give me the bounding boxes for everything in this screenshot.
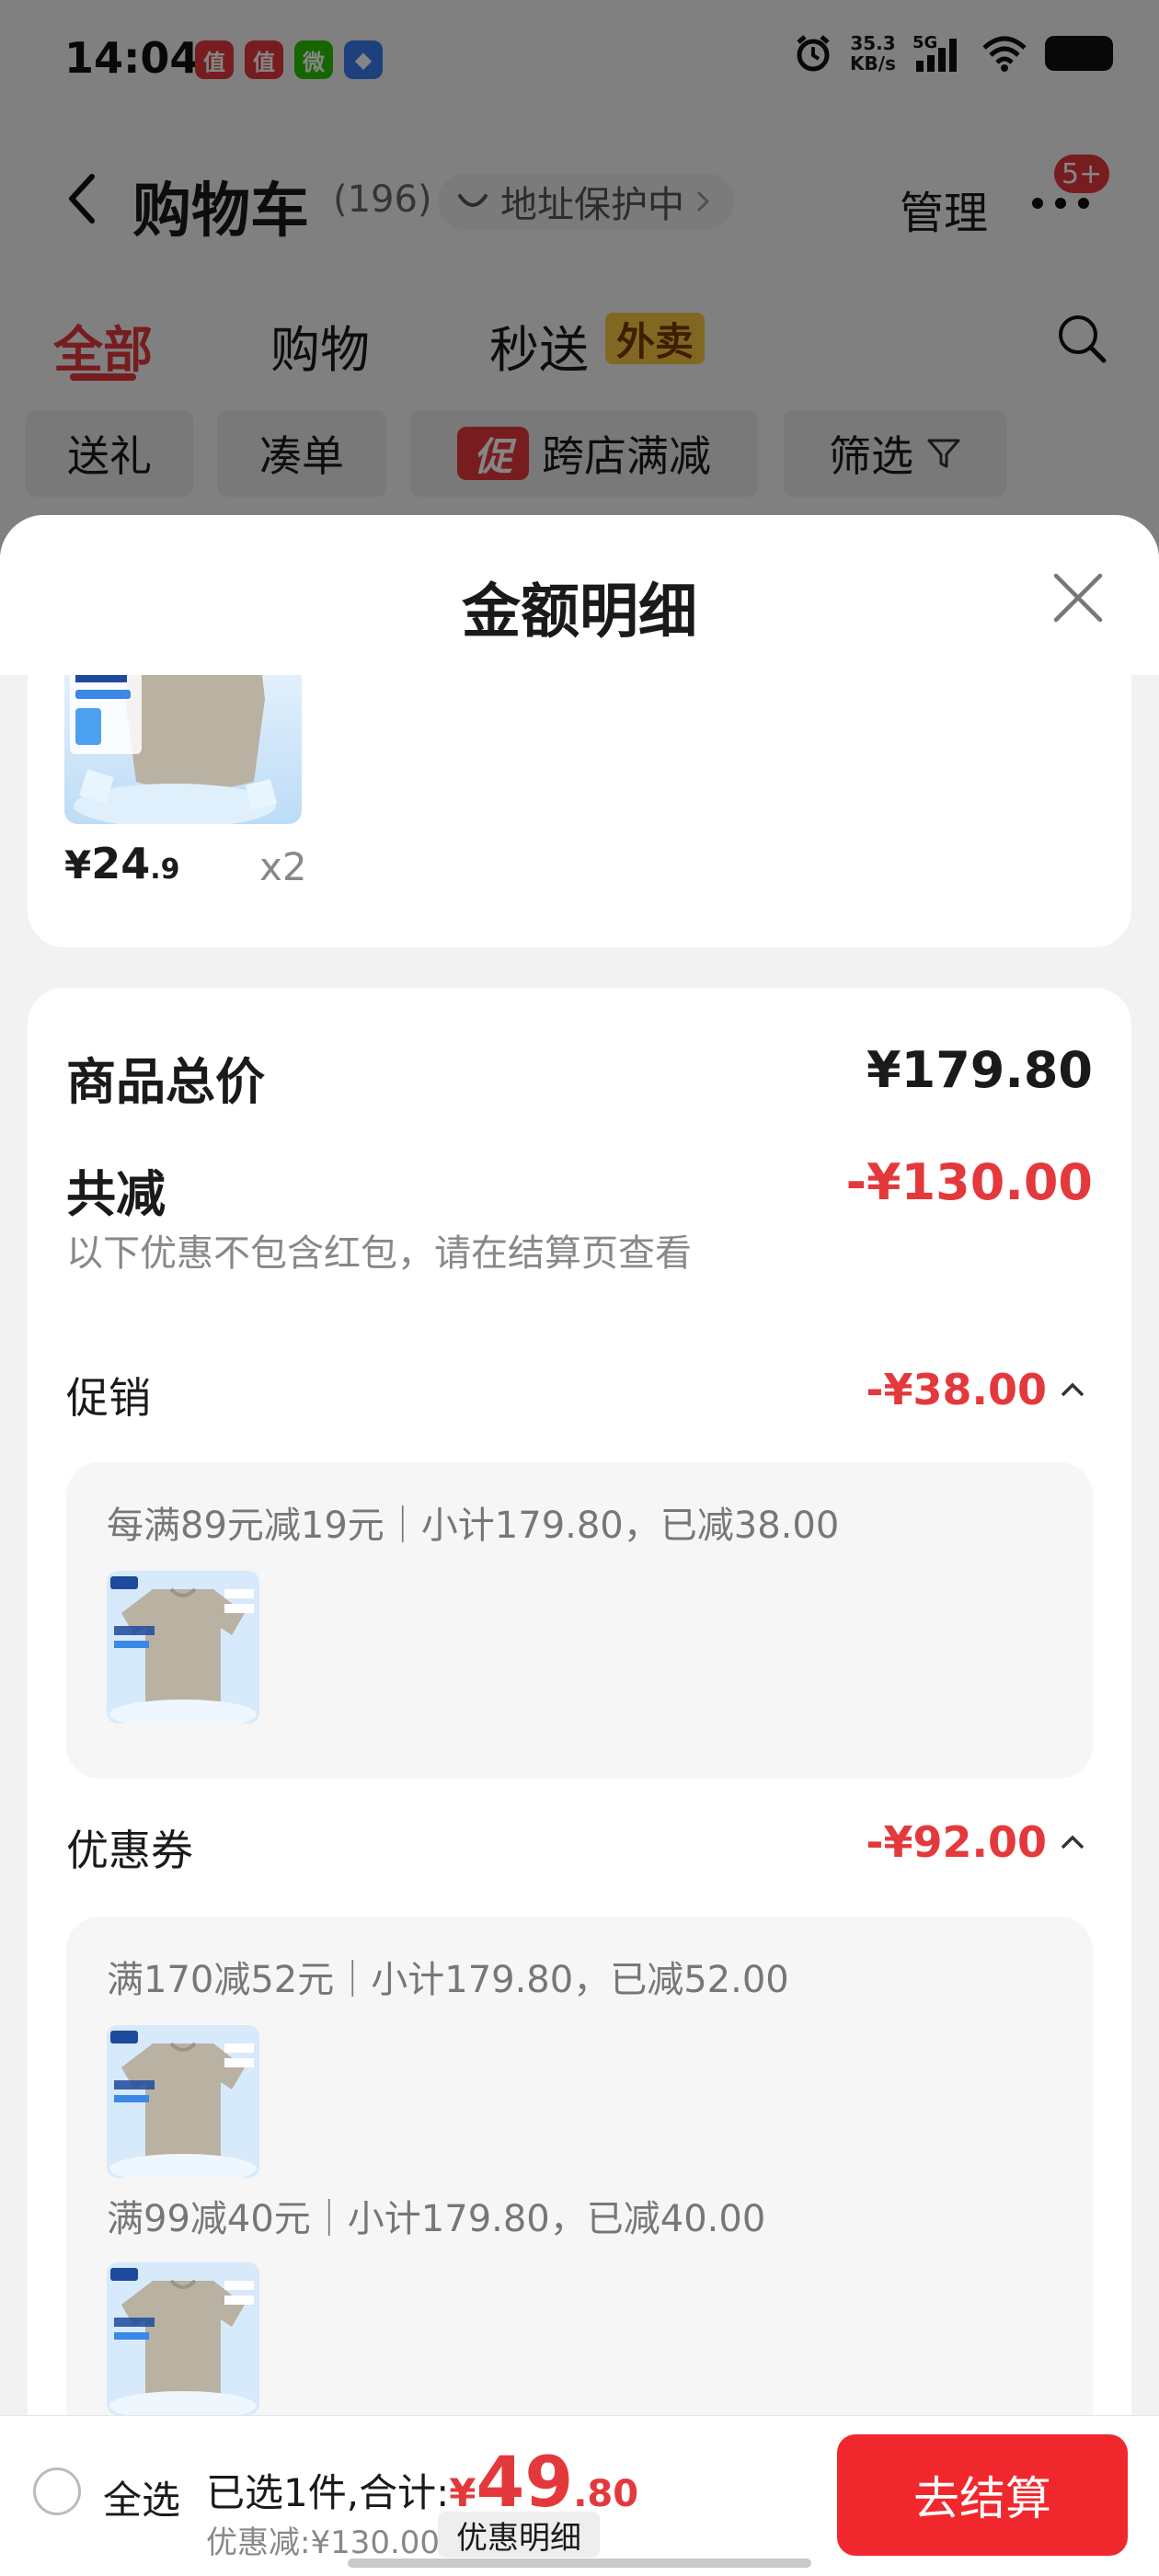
amount-detail-sheet: ¥24.9 x2 商品总价 ¥179.80 共减 -¥130.00 以下优惠不包… (0, 515, 1159, 2575)
coupon-detail-box: 满170减52元｜小计179.80，已减52.00 满99减40元｜小计179.… (66, 1917, 1093, 2468)
promotion-amount: -¥38.00 (866, 1365, 1047, 1414)
coupon-label: 优惠券 (66, 1826, 193, 1875)
coupon-rule: 满99减40元｜小计179.80，已减40.00 (107, 2198, 766, 2240)
red-packet-note: 以下优惠不包含红包，请在结算页查看 (66, 1232, 692, 1275)
discount-detail-button[interactable]: 优惠明细 (438, 2512, 600, 2558)
total-amount-int: 49 (476, 2441, 574, 2523)
checkout-button[interactable]: 去结算 (837, 2434, 1128, 2556)
product-price: ¥24.9 (64, 839, 180, 888)
promotion-toggle[interactable]: -¥38.00 (866, 1365, 1085, 1414)
checkout-summary: 已选1件,合计: ¥ 49 .80 (206, 2441, 639, 2523)
coupon-product-thumbnail[interactable] (107, 2262, 259, 2415)
amount-detail-card: 商品总价 ¥179.80 共减 -¥130.00 以下优惠不包含红包，请在结算页… (28, 988, 1131, 2575)
total-reduce-label: 共减 (66, 1165, 166, 1223)
product-quantity: x2 (259, 844, 307, 889)
promotion-label: 促销 (66, 1373, 151, 1423)
checkout-bar: 全选 已选1件,合计: ¥ 49 .80 优惠减:¥130.00 优惠明细 去结… (0, 2415, 1159, 2576)
coupon-rule: 满170减52元｜小计179.80，已减52.00 (107, 1959, 789, 2001)
home-indicator[interactable] (348, 2559, 811, 2568)
select-all-label[interactable]: 全选 (103, 2469, 180, 2525)
sheet-title: 金额明细 (462, 578, 697, 647)
chevron-up-icon (1061, 1835, 1084, 1849)
coupon-toggle[interactable]: -¥92.00 (866, 1817, 1085, 1867)
close-icon[interactable] (1050, 570, 1106, 625)
coupon-product-thumbnail[interactable] (107, 2025, 259, 2178)
coupon-amount: -¥92.00 (866, 1817, 1047, 1867)
total-price-label: 商品总价 (66, 1053, 265, 1111)
total-amount-dec: .80 (573, 2473, 639, 2515)
discount-amount: 优惠减:¥130.00 (206, 2524, 441, 2561)
total-price-value: ¥179.80 (866, 1041, 1093, 1099)
select-all-checkbox[interactable] (33, 2467, 81, 2515)
selected-count: 已选1件,合计: (206, 2470, 450, 2515)
chevron-up-icon (1061, 1382, 1084, 1397)
total-reduce-value: -¥130.00 (845, 1153, 1093, 1211)
sheet-header: 金额明细 (0, 515, 1159, 675)
promotion-detail-box: 每满89元减19元｜小计179.80，已减38.00 (66, 1462, 1093, 1779)
promotion-rule: 每满89元减19元｜小计179.80，已减38.00 (107, 1505, 840, 1547)
promotion-product-thumbnail[interactable] (107, 1571, 259, 1723)
total-currency: ¥ (449, 2470, 476, 2515)
